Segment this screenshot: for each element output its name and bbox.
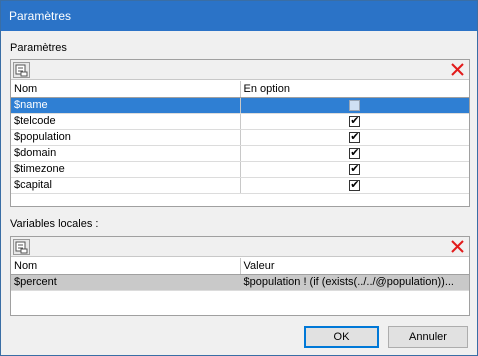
parameter-row[interactable]: $population ✔ (11, 129, 469, 146)
optional-checkbox[interactable]: ✔ (349, 114, 361, 127)
local-variables-table: Nom Valeur $percent $population ! (if (ex… (11, 258, 469, 291)
optional-checkbox[interactable]: ✔ (349, 162, 361, 175)
add-row-icon (15, 241, 28, 254)
local-variable-row[interactable]: $percent $population ! (if (exists(../../… (11, 274, 469, 291)
optional-checkbox[interactable]: ✔ (349, 130, 361, 143)
checkmark-icon: ✔ (350, 114, 360, 127)
parameter-row[interactable]: $telcode ✔ (11, 113, 469, 130)
parameter-name-cell[interactable]: $telcode (11, 113, 241, 130)
parameter-optional-cell: ✔ (240, 145, 469, 162)
parameters-toolbar (11, 60, 469, 80)
parameter-row[interactable]: $domain ✔ (11, 145, 469, 162)
local-variables-toolbar (11, 237, 469, 257)
checkmark-icon: ✔ (350, 146, 360, 159)
optional-checkbox[interactable]: ✔ (349, 178, 361, 191)
parameter-name-cell[interactable]: $timezone (11, 161, 241, 178)
parameter-name-cell[interactable]: $domain (11, 145, 241, 162)
parameter-row[interactable]: $name (11, 97, 469, 114)
column-header-name[interactable]: Nom (11, 81, 241, 98)
parameter-optional-cell: ✔ (240, 161, 469, 178)
column-header-optional[interactable]: En option (240, 81, 469, 98)
parameter-row[interactable]: $capital ✔ (11, 177, 469, 194)
checkmark-icon: ✔ (350, 162, 360, 175)
dialog-window: Paramètres Paramètres Nom En option $nam… (0, 0, 478, 356)
parameter-optional-cell: ✔ (240, 113, 469, 130)
title-bar: Paramètres (1, 1, 477, 31)
local-variables-grid: Nom Valeur $percent $population ! (if (ex… (10, 236, 470, 316)
parameters-grid: Nom En option $name $telcode ✔ $population ✔… (10, 59, 470, 207)
checkmark-icon: ✔ (350, 130, 360, 143)
parameter-optional-cell (240, 97, 469, 114)
parameter-name-cell[interactable]: $population (11, 129, 241, 146)
cancel-button[interactable]: Annuler (388, 326, 468, 348)
parameters-table: Nom En option $name $telcode ✔ $population ✔… (11, 81, 469, 194)
local-variables-section-label: Variables locales : (10, 218, 99, 230)
parameter-name-cell[interactable]: $capital (11, 177, 241, 194)
local-variable-name-cell[interactable]: $percent (11, 274, 241, 291)
parameter-optional-cell: ✔ (240, 177, 469, 194)
optional-checkbox[interactable] (349, 99, 361, 111)
add-local-variable-button[interactable] (13, 239, 30, 255)
parameter-name-cell[interactable]: $name (11, 97, 241, 114)
add-row-icon (15, 64, 28, 77)
delete-local-variable-icon[interactable] (450, 239, 465, 254)
parameter-row[interactable]: $timezone ✔ (11, 161, 469, 178)
checkmark-icon: ✔ (350, 178, 360, 191)
parameters-section-label: Paramètres (10, 42, 67, 54)
ok-button[interactable]: OK (304, 326, 379, 348)
delete-parameter-icon[interactable] (450, 62, 465, 77)
column-header-name[interactable]: Nom (11, 258, 241, 275)
column-header-value[interactable]: Valeur (240, 258, 469, 275)
dialog-title: Paramètres (9, 9, 72, 23)
parameter-optional-cell: ✔ (240, 129, 469, 146)
optional-checkbox[interactable]: ✔ (349, 146, 361, 159)
add-parameter-button[interactable] (13, 62, 30, 78)
local-variable-value-cell[interactable]: $population ! (if (exists(../../@populat… (240, 274, 469, 291)
